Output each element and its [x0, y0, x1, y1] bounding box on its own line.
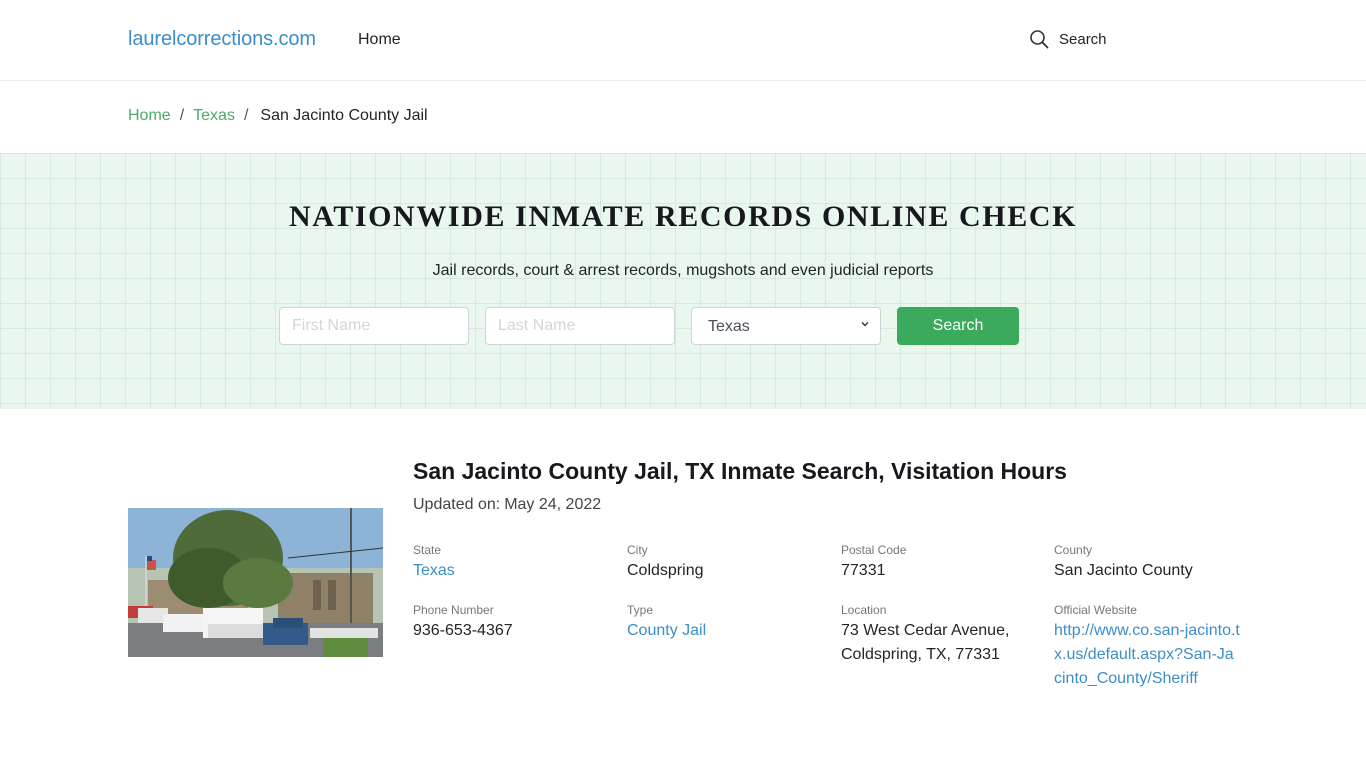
facility-photo-image	[128, 508, 383, 657]
updated-on: Updated on: May 24, 2022	[413, 496, 601, 514]
detail-postal-code: Postal Code 77331	[841, 543, 1051, 583]
detail-label: Phone Number	[413, 603, 494, 617]
detail-phone: Phone Number 936-653-4367	[413, 603, 623, 643]
facility-title: San Jacinto County Jail, TX Inmate Searc…	[413, 458, 1067, 484]
updated-label: Updated on:	[413, 496, 501, 513]
detail-value-line2: Coldspring, TX, 77331	[841, 646, 1000, 663]
detail-value-line1: 73 West Cedar Avenue,	[841, 622, 1010, 639]
site-logo-link[interactable]: laurelcorrections.com	[128, 28, 316, 51]
hero-search-section: NATIONWIDE INMATE RECORDS ONLINE CHECK J…	[0, 153, 1366, 409]
search-button[interactable]: Search	[897, 307, 1019, 345]
header-search-button[interactable]: Search	[1029, 29, 1107, 49]
detail-type: Type County Jail	[627, 603, 837, 643]
facility-photo	[128, 508, 383, 657]
type-link[interactable]: County Jail	[627, 619, 837, 643]
site-header: laurelcorrections.com Home Search	[0, 0, 1366, 81]
detail-label: Official Website	[1054, 603, 1137, 617]
state-select[interactable]: Texas	[691, 307, 881, 345]
official-website-link[interactable]: http://www.co.san-jacinto.tx.us/default.…	[1054, 619, 1240, 691]
detail-label: City	[627, 543, 648, 557]
nav-home-link[interactable]: Home	[358, 31, 401, 49]
detail-state: State Texas	[413, 543, 623, 583]
detail-county: County San Jacinto County	[1054, 543, 1264, 583]
breadcrumb-separator: /	[179, 107, 185, 124]
hero-title: NATIONWIDE INMATE RECORDS ONLINE CHECK	[288, 200, 1078, 233]
breadcrumb-texas[interactable]: Texas	[193, 107, 235, 125]
updated-date: May 24, 2022	[504, 496, 602, 513]
detail-city: City Coldspring	[627, 543, 837, 583]
breadcrumb-current: San Jacinto County Jail	[260, 107, 428, 124]
detail-label: Type	[627, 603, 654, 617]
detail-label: State	[413, 543, 442, 557]
detail-label: Postal Code	[841, 543, 907, 557]
detail-website: Official Website http://www.co.san-jacin…	[1054, 603, 1264, 691]
first-name-input[interactable]	[279, 307, 469, 345]
detail-value: San Jacinto County	[1054, 562, 1193, 579]
detail-label: Location	[841, 603, 887, 617]
last-name-input[interactable]	[485, 307, 675, 345]
detail-value: Coldspring	[627, 562, 704, 579]
header-search-label: Search	[1059, 30, 1107, 48]
inmate-search-form: Texas Search	[279, 307, 1019, 345]
search-icon	[1030, 30, 1049, 49]
detail-value: 77331	[841, 562, 886, 579]
detail-location: Location 73 West Cedar Avenue, Coldsprin…	[841, 603, 1051, 667]
state-select-wrapper: Texas	[691, 307, 897, 345]
hero-subtitle: Jail records, court & arrest records, mu…	[432, 262, 934, 279]
detail-label: County	[1054, 543, 1093, 557]
breadcrumb-home[interactable]: Home	[128, 107, 171, 125]
breadcrumb: Home / Texas / San Jacinto County Jail	[128, 107, 428, 125]
breadcrumb-separator: /	[243, 107, 249, 124]
detail-value: 936-653-4367	[413, 622, 513, 639]
state-link[interactable]: Texas	[413, 559, 623, 583]
